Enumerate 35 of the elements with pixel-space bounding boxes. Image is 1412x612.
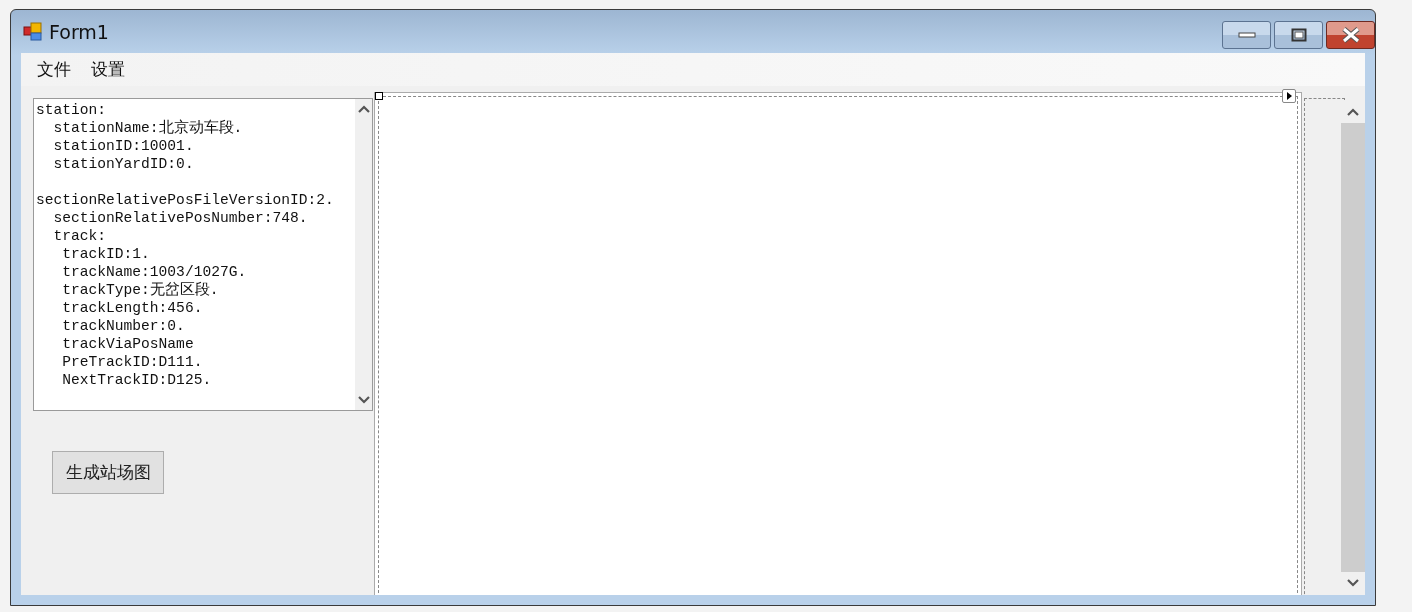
text-line: trackNumber:0.	[61, 317, 185, 335]
text-line: NextTrackID:D125.	[61, 371, 212, 389]
text-line: track:	[52, 227, 107, 245]
text-line: trackViaPosName	[61, 335, 194, 353]
text-line: trackLength:456.	[61, 299, 203, 317]
text-line: stationYardID:0.	[52, 155, 194, 173]
text-area[interactable]	[33, 98, 373, 411]
resize-handle[interactable]	[375, 92, 383, 100]
text-line: trackID:1.	[61, 245, 150, 263]
minimize-icon	[1237, 31, 1256, 39]
scrollbar[interactable]	[1341, 100, 1365, 595]
menu-item[interactable]: 设置	[83, 56, 133, 83]
text-line: sectionRelativePosFileVersionID:2.	[36, 191, 334, 209]
window-title: Form1	[49, 20, 109, 43]
smart-tag-button[interactable]	[1282, 89, 1296, 103]
maximize-button[interactable]	[1274, 21, 1323, 49]
scroll-up-icon[interactable]	[1347, 108, 1359, 117]
triangle-icon	[1286, 92, 1292, 100]
close-button[interactable]	[1326, 21, 1375, 49]
text-line: trackType:无岔区段.	[61, 281, 219, 299]
app-icon	[23, 21, 43, 42]
scroll-down-icon[interactable]	[357, 395, 370, 404]
text-line: station:	[36, 101, 107, 119]
minimize-button[interactable]	[1222, 21, 1271, 49]
menu-item[interactable]: 文件	[29, 56, 79, 83]
text-line: PreTrackID:D111.	[61, 353, 203, 371]
text-line: trackName:1003/1027G.	[61, 263, 247, 281]
scroll-up-icon[interactable]	[357, 105, 370, 114]
text-line: sectionRelativePosNumber:748.	[52, 209, 308, 227]
close-icon	[1340, 27, 1361, 43]
text-line: stationName:北京动车段.	[52, 119, 243, 137]
generate-button[interactable]: 生成站场图	[52, 451, 164, 494]
maximize-icon	[1290, 28, 1307, 42]
scroll-down-icon[interactable]	[1347, 578, 1359, 587]
text-line: stationID:10001.	[52, 137, 194, 155]
